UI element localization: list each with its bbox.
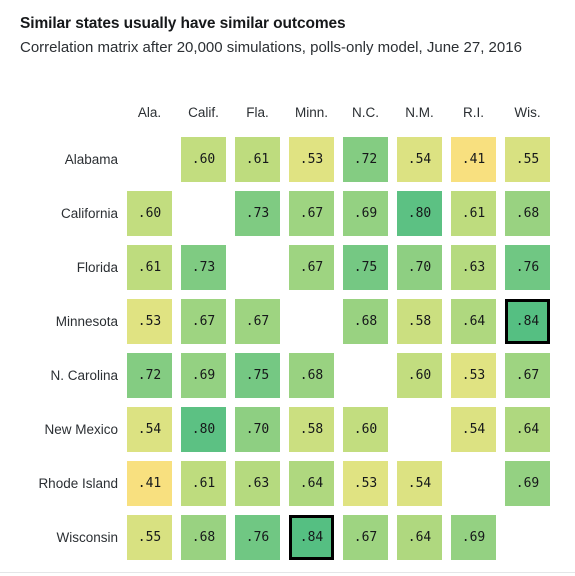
- matrix-cell: .69: [505, 460, 550, 506]
- row-label: Rhode Island: [38, 475, 118, 491]
- matrix-row: Minnesota .53.67.67.68.58.64.84: [0, 294, 575, 348]
- matrix-cell: .68: [181, 514, 226, 560]
- matrix-cell: .69: [343, 190, 388, 236]
- chart-subtitle: Correlation matrix after 20,000 simulati…: [20, 39, 522, 57]
- row-label: N. Carolina: [50, 367, 118, 383]
- page-title: Similar states usually have similar outc…: [20, 15, 346, 32]
- matrix-cell: .69: [181, 352, 226, 398]
- matrix-cell: .67: [289, 244, 334, 290]
- matrix-row: Alabama .60.61.53.72.54.41.55: [0, 132, 575, 186]
- matrix-cell-highlighted: .84: [505, 298, 550, 344]
- column-header: Wis.: [514, 105, 541, 120]
- matrix-cell: .53: [451, 352, 496, 398]
- matrix-cell: .76: [235, 514, 280, 560]
- chart-header: Similar states usually have similar outc…: [0, 0, 575, 59]
- matrix-cell: .55: [505, 136, 550, 182]
- matrix-cell: .53: [289, 136, 334, 182]
- matrix-cell-highlighted: .84: [289, 514, 334, 560]
- matrix-cell: .54: [451, 406, 496, 452]
- matrix-row: Florida .61.73 .67.75.70.63.76: [0, 240, 575, 294]
- matrix-cell: .68: [289, 352, 334, 398]
- column-header: N.C.: [352, 105, 379, 120]
- matrix-cell: .73: [235, 190, 280, 236]
- row-label: New Mexico: [44, 421, 118, 437]
- matrix-cell: .76: [505, 244, 550, 290]
- matrix-cell: .64: [289, 460, 334, 506]
- matrix-cell: .61: [235, 136, 280, 182]
- matrix-cell-empty: [127, 137, 172, 182]
- column-header: Ala.: [137, 105, 162, 120]
- matrix-body: Alabama .60.61.53.72.54.41.55 California .6…: [0, 132, 575, 564]
- matrix-cell: .54: [127, 406, 172, 452]
- footer-divider: [0, 572, 575, 573]
- matrix-cell-empty: [235, 245, 280, 290]
- row-label: California: [60, 205, 118, 221]
- matrix-row: Rhode Island .41.61.63.64.53.54 .69: [0, 456, 575, 510]
- column-header-row: Ala. Calif. Fla. Minn. N.C. N.M. R.I. Wis.: [0, 98, 575, 132]
- matrix-cell: .67: [289, 190, 334, 236]
- column-header: Fla.: [246, 105, 269, 120]
- matrix-cell-empty: [289, 299, 334, 344]
- column-header: N.M.: [405, 105, 434, 120]
- row-label: Wisconsin: [56, 529, 118, 545]
- matrix-cell: .70: [397, 244, 442, 290]
- matrix-cell: .80: [181, 406, 226, 452]
- column-header: Minn.: [294, 105, 328, 120]
- matrix-cell: .60: [181, 136, 226, 182]
- matrix-cell: .41: [451, 136, 496, 182]
- matrix-cell: .64: [451, 298, 496, 344]
- matrix-cell: .54: [397, 136, 442, 182]
- row-label: Minnesota: [55, 313, 118, 329]
- matrix-cell: .69: [451, 514, 496, 560]
- matrix-cell: .54: [397, 460, 442, 506]
- matrix-cell: .61: [181, 460, 226, 506]
- matrix-cell-empty: [505, 515, 550, 560]
- matrix-cell: .55: [127, 514, 172, 560]
- matrix-cell-empty: [451, 461, 496, 506]
- matrix-cell: .63: [235, 460, 280, 506]
- matrix-row: California .60 .73.67.69.80.61.68: [0, 186, 575, 240]
- chart-container: Similar states usually have similar outc…: [0, 0, 575, 576]
- matrix-cell: .67: [235, 298, 280, 344]
- column-header: Calif.: [188, 105, 219, 120]
- matrix-row: New Mexico .54.80.70.58.60.54.64: [0, 402, 575, 456]
- matrix-cell: .75: [343, 244, 388, 290]
- matrix-cell: .67: [181, 298, 226, 344]
- matrix-cell: .68: [343, 298, 388, 344]
- matrix-cell: .53: [343, 460, 388, 506]
- matrix-cell: .41: [127, 460, 172, 506]
- matrix-cell: .61: [127, 244, 172, 290]
- matrix-cell: .64: [505, 406, 550, 452]
- matrix-cell: .64: [397, 514, 442, 560]
- matrix-cell: .58: [397, 298, 442, 344]
- matrix-cell: .60: [397, 352, 442, 398]
- column-header: R.I.: [462, 105, 484, 120]
- matrix-cell: .60: [127, 190, 172, 236]
- matrix-cell: .53: [127, 298, 172, 344]
- matrix-cell: .61: [451, 190, 496, 236]
- matrix-cell: .58: [289, 406, 334, 452]
- matrix-row: Wisconsin .55.68.76.84.67.64.69: [0, 510, 575, 564]
- matrix-cell: .63: [451, 244, 496, 290]
- matrix-cell: .72: [343, 136, 388, 182]
- row-label: Florida: [76, 259, 118, 275]
- matrix-cell: .68: [505, 190, 550, 236]
- matrix-cell: .60: [343, 406, 388, 452]
- matrix-cell-empty: [397, 407, 442, 452]
- matrix-cell: .75: [235, 352, 280, 398]
- matrix-row: N. Carolina .72.69.75.68 .60.53.67: [0, 348, 575, 402]
- matrix-cell-empty: [181, 191, 226, 236]
- matrix-cell: .73: [181, 244, 226, 290]
- matrix-cell: .80: [397, 190, 442, 236]
- matrix-cell: .70: [235, 406, 280, 452]
- row-label: Alabama: [64, 151, 118, 167]
- matrix-cell: .67: [343, 514, 388, 560]
- matrix-cell: .72: [127, 352, 172, 398]
- matrix-cell-empty: [343, 353, 388, 398]
- matrix-cell: .67: [505, 352, 550, 398]
- correlation-matrix: Ala. Calif. Fla. Minn. N.C. N.M. R.I. Wis. Alab…: [0, 98, 575, 564]
